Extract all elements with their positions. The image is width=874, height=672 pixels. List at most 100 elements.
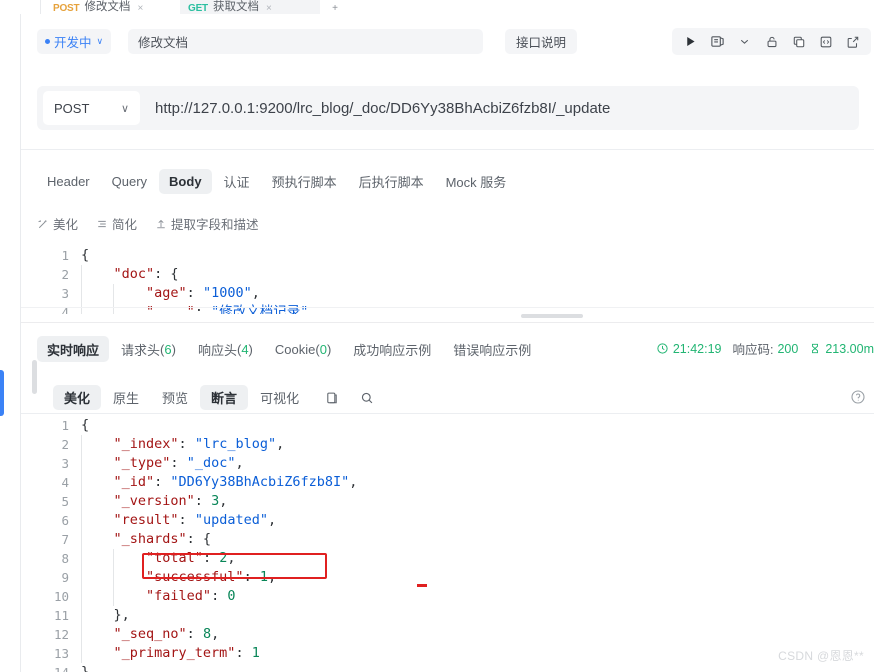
tab-overflow-button[interactable]: [354, 1, 380, 14]
code-line: 13 "_primary_term": 1: [37, 644, 874, 663]
code-line-text: "_seq_no": 8,: [81, 625, 874, 644]
chevron-down-icon[interactable]: [732, 30, 757, 53]
code-line-text: "result": "updated",: [81, 511, 874, 530]
tab-strip-buttons: +: [322, 0, 380, 14]
beautify-button[interactable]: 美化: [37, 214, 78, 233]
code-line: 2 "doc": {: [37, 265, 874, 284]
line-number: 9: [61, 570, 69, 585]
copy-icon[interactable]: [319, 385, 345, 410]
response-body-editor[interactable]: 1 { 2 "_index": "lrc_blog", 3 "_type": "…: [37, 416, 874, 672]
code-line: 3 "age": "1000",: [37, 284, 874, 303]
tab-modify-document[interactable]: POST 修改文档 ×: [45, 0, 175, 14]
hourglass-icon: [812, 343, 819, 354]
response-toolbar-divider: [21, 413, 874, 414]
code-line-text: "failed": 0: [81, 587, 874, 606]
search-icon[interactable]: [354, 385, 380, 410]
code-line-text: "total": 2,: [81, 549, 874, 568]
line-number: 1: [61, 248, 69, 263]
panel-splitter[interactable]: [21, 322, 874, 323]
simplify-label: 简化: [112, 218, 138, 232]
tab-get-document[interactable]: GET 获取文档 ×: [180, 0, 320, 14]
response-vertical-scrollbar[interactable]: [32, 360, 37, 394]
chevron-down-icon: ∨: [120, 102, 129, 115]
code-line: 1 {: [37, 246, 874, 265]
share-icon[interactable]: [840, 30, 865, 53]
tab-label: Cookie: [274, 341, 316, 357]
line-number: 5: [61, 494, 69, 509]
sidebar-expand-handle[interactable]: [0, 370, 4, 416]
code-line: 12 "_seq_no": 8,: [37, 625, 874, 644]
request-panel-bottom-border: [21, 307, 874, 308]
save-icon[interactable]: [705, 30, 730, 53]
response-duration: 213.00m: [809, 342, 874, 356]
tab-method-label: POST: [53, 3, 80, 14]
tab-error-example[interactable]: 错误响应示例: [443, 336, 541, 362]
code-line: 1 {: [37, 416, 874, 435]
response-meta: 21:42:19 响应码: 200 213.00m: [656, 339, 874, 358]
help-circle-icon[interactable]: [850, 389, 866, 405]
header-divider: [21, 149, 874, 150]
close-icon[interactable]: ×: [266, 3, 272, 14]
main-content: 开发中 ∨ 修改文档 接口说明 POST ∨ http://127.0.0.1:…: [21, 14, 874, 672]
code-line-text: " ": "修改文档记录": [81, 303, 874, 314]
unlock-icon[interactable]: [759, 30, 784, 53]
code-line-text: }: [81, 664, 90, 672]
tab-mock-service[interactable]: Mock 服务: [436, 169, 517, 194]
format-beautify[interactable]: 美化: [53, 385, 102, 410]
extract-fields-label: 提取字段和描述: [171, 218, 259, 232]
tab-count: 6: [164, 341, 172, 357]
format-preview[interactable]: 预览: [151, 385, 199, 410]
tab-request-headers[interactable]: 请求头(6): [111, 336, 186, 362]
chevron-down-icon: ∨: [96, 36, 104, 46]
tab-auth[interactable]: 认证: [214, 169, 260, 194]
code-line: 9 "successful": 1,: [37, 568, 874, 587]
scrollbar-thumb[interactable]: [521, 314, 583, 318]
line-number: 12: [53, 627, 69, 642]
response-time-value: 21:42:19: [672, 341, 722, 356]
request-status-dropdown[interactable]: 开发中 ∨: [37, 29, 112, 54]
code-line: 4 "_id": "DD6Yy38BhAcbiZ6fzb8I",: [37, 473, 874, 492]
request-status-label: 开发中: [54, 36, 92, 50]
response-status-code: 响应码: 200: [733, 339, 799, 358]
add-tab-button[interactable]: +: [322, 1, 348, 14]
tab-label: 请求头: [121, 342, 161, 358]
tab-pre-script[interactable]: 预执行脚本: [262, 169, 347, 194]
tab-post-script[interactable]: 后执行脚本: [349, 169, 434, 194]
line-number: 4: [61, 305, 69, 314]
code-line: 11 },: [37, 606, 874, 625]
response-tabs: 实时响应 请求头(6) 响应头(4) Cookie(0) 成功响应示例 错误响应…: [37, 336, 541, 362]
code-line-text: {: [81, 417, 90, 433]
api-description-button[interactable]: 接口说明: [505, 29, 578, 54]
code-line-text: "_primary_term": 1: [81, 644, 874, 663]
simplify-button[interactable]: 简化: [96, 214, 137, 233]
extract-fields-button[interactable]: 提取字段和描述: [155, 214, 259, 233]
http-method-select[interactable]: POST ∨: [43, 91, 140, 125]
format-assertion[interactable]: 断言: [200, 385, 249, 410]
run-icon[interactable]: [678, 30, 703, 53]
tab-title-label: 修改文档: [84, 1, 131, 13]
close-icon[interactable]: ×: [137, 3, 143, 14]
format-visualize[interactable]: 可视化: [249, 385, 310, 410]
request-body-editor[interactable]: 1 { 2 "doc": { 3 "age": "1000", 4 " ": "…: [37, 246, 874, 314]
tab-label: 响应头: [197, 342, 237, 358]
tab-body[interactable]: Body: [159, 169, 212, 194]
tab-strip-gutter: [0, 0, 41, 14]
tab-count: 4: [241, 341, 249, 357]
tab-query[interactable]: Query: [102, 169, 157, 194]
tab-live-response[interactable]: 实时响应: [37, 336, 110, 362]
copy-icon[interactable]: [786, 30, 811, 53]
request-editor-scrollbar[interactable]: [37, 314, 874, 318]
line-number: 2: [61, 437, 69, 452]
tab-success-example[interactable]: 成功响应示例: [343, 336, 441, 362]
response-code-label: 响应码:: [732, 343, 774, 357]
url-input[interactable]: http://127.0.0.1:9200/lrc_blog/_doc/DD6Y…: [155, 100, 610, 117]
line-number: 3: [61, 286, 69, 301]
request-name-input[interactable]: 修改文档: [128, 29, 483, 54]
code-icon[interactable]: [813, 30, 838, 53]
body-toolbar: 美化 简化 提取字段和描述: [37, 214, 259, 233]
format-raw[interactable]: 原生: [102, 385, 150, 410]
beautify-label: 美化: [53, 218, 79, 232]
tab-response-headers[interactable]: 响应头(4): [188, 336, 263, 362]
tab-cookie[interactable]: Cookie(0): [265, 336, 341, 362]
tab-header[interactable]: Header: [37, 169, 100, 194]
